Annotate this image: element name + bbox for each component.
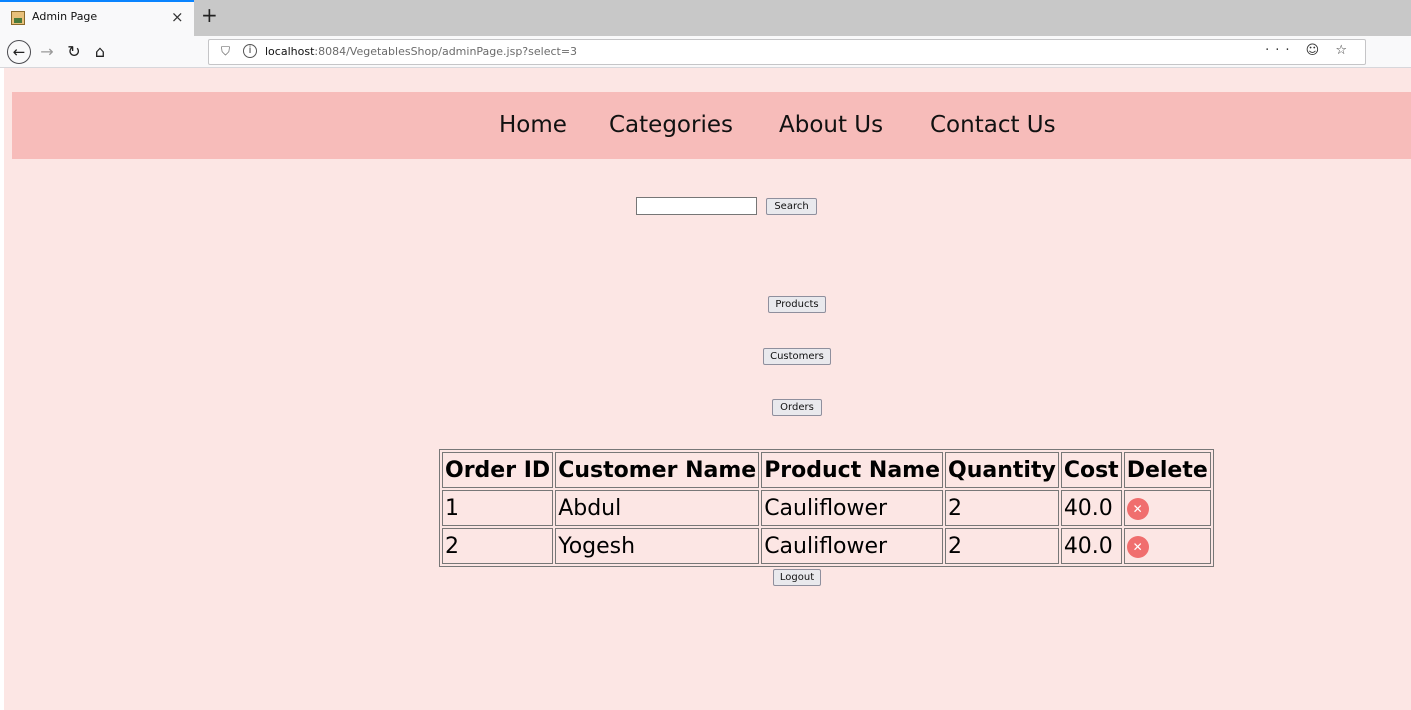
nav-about-link[interactable]: About Us <box>779 112 883 138</box>
nav-contact-link[interactable]: Contact Us <box>930 112 1056 138</box>
header-product-name: Product Name <box>761 452 944 488</box>
table-header-row: Order ID Customer Name Product Name Quan… <box>442 452 1211 488</box>
header-cost: Cost <box>1060 452 1122 488</box>
info-icon[interactable]: i <box>243 44 257 58</box>
home-icon[interactable]: ⌂ <box>89 40 111 64</box>
cell-product-name: Cauliflower <box>761 490 944 526</box>
cell-delete: ✕ <box>1123 528 1211 564</box>
logout-button[interactable]: Logout <box>773 569 821 586</box>
cell-delete: ✕ <box>1123 490 1211 526</box>
address-bar[interactable]: ⛉ i localhost:8084/VegetablesShop/adminP… <box>208 39 1366 65</box>
shield-icon[interactable]: ⛉ <box>221 44 230 59</box>
favicon-icon <box>11 11 25 25</box>
browser-tab-bar: Admin Page × + <box>0 0 1411 36</box>
cell-product-name: Cauliflower <box>761 528 944 564</box>
search-input[interactable] <box>636 197 757 215</box>
close-tab-icon[interactable]: × <box>171 7 184 27</box>
customers-button[interactable]: Customers <box>763 348 831 365</box>
site-navigation: Home Categories About Us Contact Us <box>12 92 1411 159</box>
back-arrow-icon[interactable]: ← <box>7 40 31 64</box>
header-order-id: Order ID <box>442 452 554 488</box>
header-customer-name: Customer Name <box>555 452 760 488</box>
table-row: 2 Yogesh Cauliflower 2 40.0 ✕ <box>442 528 1211 564</box>
nav-home-link[interactable]: Home <box>499 112 567 138</box>
cell-quantity: 2 <box>945 528 1059 564</box>
url-text[interactable]: localhost:8084/VegetablesShop/adminPage.… <box>265 45 577 58</box>
cell-customer-name: Yogesh <box>555 528 760 564</box>
cell-quantity: 2 <box>945 490 1059 526</box>
browser-toolbar: ← → ↻ ⌂ ⛉ i localhost:8084/VegetablesSho… <box>0 36 1411 68</box>
delete-circle-icon[interactable]: ✕ <box>1126 535 1149 558</box>
search-button[interactable]: Search <box>766 198 817 215</box>
cell-order-id: 1 <box>442 490 554 526</box>
cell-customer-name: Abdul <box>555 490 760 526</box>
new-tab-icon[interactable]: + <box>201 3 218 27</box>
forward-arrow-icon[interactable]: → <box>36 40 58 64</box>
reload-icon[interactable]: ↻ <box>63 40 85 64</box>
cell-cost: 40.0 <box>1060 490 1122 526</box>
page-body: Home Categories About Us Contact Us Sear… <box>4 68 1411 710</box>
cell-cost: 40.0 <box>1060 528 1122 564</box>
browser-tab[interactable]: Admin Page × <box>0 0 194 36</box>
products-button[interactable]: Products <box>768 296 826 313</box>
delete-circle-icon[interactable]: ✕ <box>1126 497 1149 520</box>
page-actions-icons[interactable]: ··· ☺ ☆ <box>1265 43 1353 58</box>
orders-table: Order ID Customer Name Product Name Quan… <box>439 449 1214 567</box>
header-delete: Delete <box>1123 452 1211 488</box>
table-row: 1 Abdul Cauliflower 2 40.0 ✕ <box>442 490 1211 526</box>
nav-categories-link[interactable]: Categories <box>609 112 733 138</box>
cell-order-id: 2 <box>442 528 554 564</box>
tab-title: Admin Page <box>32 10 98 23</box>
orders-button[interactable]: Orders <box>772 399 822 416</box>
header-quantity: Quantity <box>945 452 1059 488</box>
url-host: localhost <box>265 45 315 58</box>
url-path: :8084/VegetablesShop/adminPage.jsp?selec… <box>314 45 578 58</box>
